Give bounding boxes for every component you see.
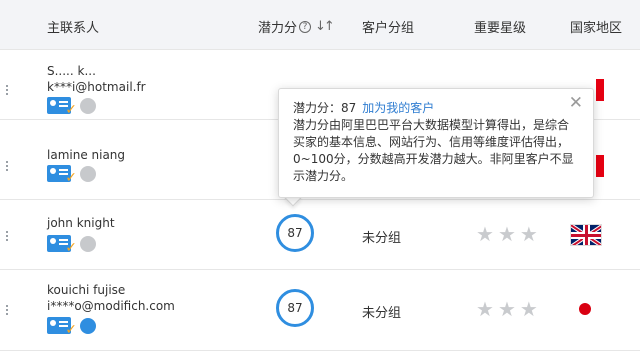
drag-handle-icon[interactable] xyxy=(6,85,8,95)
star-icon[interactable]: ★ xyxy=(498,222,516,246)
drag-handle-icon[interactable] xyxy=(6,305,8,315)
check-icon: ✓ xyxy=(65,170,77,186)
popup-title: 潜力分：87 加为我的客户 xyxy=(293,99,434,116)
star-rating[interactable]: ★ ★ ★ xyxy=(476,297,538,321)
column-header-potential[interactable]: 潜力分 ? ↓↑ xyxy=(258,17,335,36)
status-dot-icon xyxy=(80,97,96,114)
contact-icons: ✓ xyxy=(47,235,96,255)
customer-group[interactable]: 未分组 xyxy=(362,302,401,321)
table-row[interactable]: kouichi fujise i****o@modifich.com ✓ 87 … xyxy=(0,271,640,351)
help-icon[interactable]: ? xyxy=(299,20,312,33)
business-card-icon[interactable]: ✓ xyxy=(47,165,77,185)
check-icon: ✓ xyxy=(65,240,77,256)
check-icon: ✓ xyxy=(65,102,77,118)
potential-score-popup: 潜力分：87 加为我的客户 潜力分由阿里巴巴平台大数据模型计算得出，是综合买家的基… xyxy=(278,88,594,198)
star-icon[interactable]: ★ xyxy=(520,297,538,321)
column-header-potential-label: 潜力分 xyxy=(258,21,298,36)
column-header-contact: 主联系人 xyxy=(47,21,100,36)
country-flag-icon xyxy=(596,79,604,101)
popup-description: 潜力分由阿里巴巴平台大数据模型计算得出，是综合买家的基本信息、网站行为、信用等维… xyxy=(293,118,574,183)
column-header-group: 客户分组 xyxy=(362,21,415,36)
contact-name[interactable]: john knight xyxy=(47,216,115,230)
status-dot-icon xyxy=(80,165,96,182)
star-icon[interactable]: ★ xyxy=(520,222,538,246)
potential-score-ring[interactable]: 87 xyxy=(276,289,314,327)
contact-icons: ✓ xyxy=(47,97,96,117)
status-dot-icon xyxy=(80,317,96,334)
check-icon: ✓ xyxy=(65,322,77,338)
uk-flag-icon xyxy=(570,224,602,246)
contact-name[interactable]: S..... k... xyxy=(47,64,96,78)
star-icon[interactable]: ★ xyxy=(476,297,494,321)
country-flag-icon xyxy=(596,155,604,177)
popup-title-text: 潜力分：87 xyxy=(293,101,357,115)
contact-icons: ✓ xyxy=(47,165,96,185)
business-card-icon[interactable]: ✓ xyxy=(47,97,77,117)
column-header-star: 重要星级 xyxy=(474,21,527,36)
contact-email: i****o@modifich.com xyxy=(47,299,175,313)
add-to-my-customers-link[interactable]: 加为我的客户 xyxy=(362,101,434,115)
status-dot-icon xyxy=(80,235,96,252)
contact-email: k***i@hotmail.fr xyxy=(47,80,146,94)
star-rating[interactable]: ★ ★ ★ xyxy=(476,222,538,246)
drag-handle-icon[interactable] xyxy=(6,231,8,241)
contact-name[interactable]: kouichi fujise xyxy=(47,283,125,297)
table-row[interactable]: john knight ✓ 87 未分组 ★ ★ ★ xyxy=(0,201,640,270)
star-icon[interactable]: ★ xyxy=(476,222,494,246)
business-card-icon[interactable]: ✓ xyxy=(47,235,77,255)
business-card-icon[interactable]: ✓ xyxy=(47,317,77,337)
customer-group[interactable]: 未分组 xyxy=(362,227,401,246)
drag-handle-icon[interactable] xyxy=(6,161,8,171)
contact-icons: ✓ xyxy=(47,317,96,337)
potential-score-ring[interactable]: 87 xyxy=(276,214,314,252)
close-icon[interactable]: ✕ xyxy=(569,93,583,113)
column-header-country: 国家地区 xyxy=(570,21,623,36)
japan-flag-icon xyxy=(576,300,594,318)
contact-name[interactable]: lamine niang xyxy=(47,148,125,162)
star-icon[interactable]: ★ xyxy=(498,297,516,321)
sort-icon[interactable]: ↓↑ xyxy=(315,19,335,34)
table-header: 主联系人 潜力分 ? ↓↑ 客户分组 重要星级 国家地区 xyxy=(0,0,640,50)
